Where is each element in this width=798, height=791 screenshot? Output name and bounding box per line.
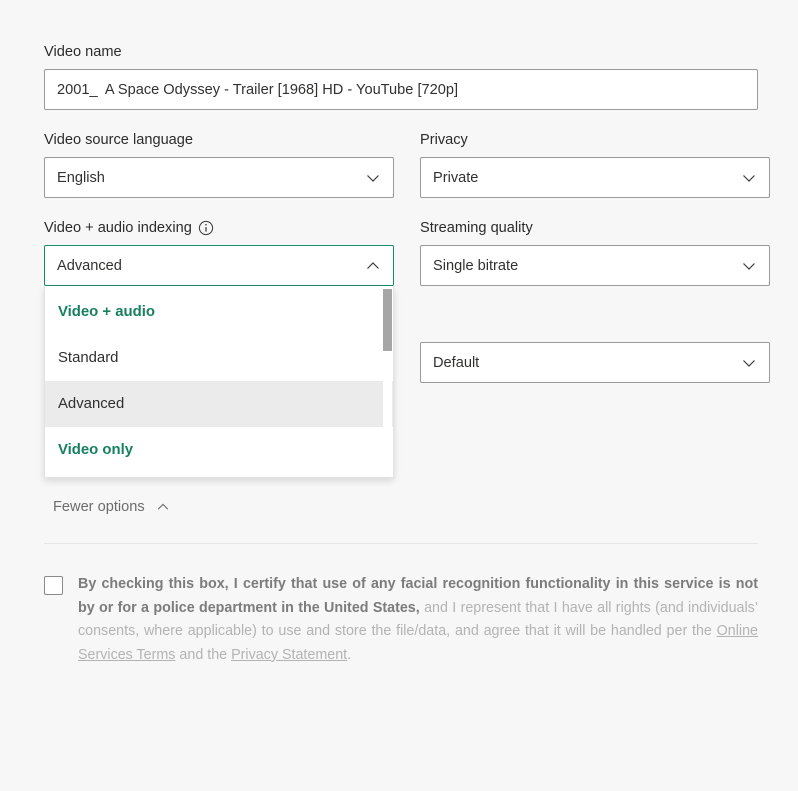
video-name-input[interactable] bbox=[44, 69, 758, 110]
chevron-down-icon bbox=[743, 262, 755, 270]
video-source-language-label: Video source language bbox=[44, 132, 194, 148]
privacy-statement-link[interactable]: Privacy Statement bbox=[231, 647, 347, 663]
video-audio-indexing-combo-wrap: Advanced Video + audio Standard Advanced… bbox=[44, 245, 394, 478]
video-audio-indexing-group: Video + audio indexing Advanced Video + … bbox=[44, 218, 394, 478]
chevron-up-icon bbox=[157, 503, 168, 510]
dropdown-option-standard[interactable]: Standard bbox=[45, 335, 393, 381]
video-name-label: Video name bbox=[44, 44, 122, 60]
privacy-label: Privacy bbox=[420, 132, 468, 148]
default-select-group: Default bbox=[420, 342, 770, 383]
default-select-value: Default bbox=[433, 354, 480, 371]
video-source-language-group: Video source language English bbox=[44, 130, 394, 198]
streaming-quality-label: Streaming quality bbox=[420, 220, 533, 236]
consent-checkbox[interactable] bbox=[44, 576, 63, 595]
section-divider bbox=[44, 543, 758, 544]
fewer-options-label: Fewer options bbox=[53, 499, 145, 515]
indexing-streaming-row: Video + audio indexing Advanced Video + … bbox=[44, 218, 770, 478]
dropdown-group-header-video-only: Video only bbox=[58, 442, 134, 458]
dropdown-option-advanced[interactable]: Advanced bbox=[45, 381, 393, 427]
privacy-value: Private bbox=[433, 169, 479, 186]
video-audio-indexing-value: Advanced bbox=[57, 257, 122, 274]
facial-recognition-consent: By checking this box, I certify that use… bbox=[44, 573, 758, 667]
dropdown-scrollbar-thumb[interactable] bbox=[383, 289, 392, 351]
video-audio-indexing-label-text: Video + audio indexing bbox=[44, 220, 192, 236]
privacy-group: Privacy Private bbox=[420, 130, 770, 198]
privacy-select[interactable]: Private bbox=[420, 157, 770, 198]
chevron-down-icon bbox=[367, 174, 379, 182]
language-privacy-row: Video source language English Privacy Pr… bbox=[44, 130, 770, 218]
consent-rest-text-3: . bbox=[347, 646, 352, 663]
fewer-options-toggle[interactable]: Fewer options bbox=[44, 499, 170, 515]
upload-settings-form: Video name Video source language English… bbox=[44, 42, 770, 667]
streaming-quality-select[interactable]: Single bitrate bbox=[420, 245, 770, 286]
video-name-field-group: Video name bbox=[44, 42, 758, 110]
consent-rest-text-2: and the bbox=[175, 646, 232, 663]
chevron-up-icon bbox=[367, 261, 379, 269]
video-audio-indexing-select[interactable]: Advanced bbox=[44, 245, 394, 286]
chevron-down-icon bbox=[743, 359, 755, 367]
video-audio-indexing-label: Video + audio indexing bbox=[44, 218, 394, 238]
video-source-language-value: English bbox=[57, 169, 105, 186]
chevron-down-icon bbox=[743, 174, 755, 182]
default-select[interactable]: Default bbox=[420, 342, 770, 383]
streaming-quality-value: Single bitrate bbox=[433, 257, 519, 274]
video-audio-indexing-dropdown-list: Video + audio Standard Advanced Video on… bbox=[44, 286, 394, 478]
consent-text: By checking this box, I certify that use… bbox=[78, 573, 758, 667]
video-source-language-select[interactable]: English bbox=[44, 157, 394, 198]
dropdown-group-header: Video + audio bbox=[58, 304, 155, 320]
streaming-quality-group: Streaming quality Single bitrate Default bbox=[420, 218, 770, 383]
info-icon[interactable] bbox=[198, 220, 214, 236]
